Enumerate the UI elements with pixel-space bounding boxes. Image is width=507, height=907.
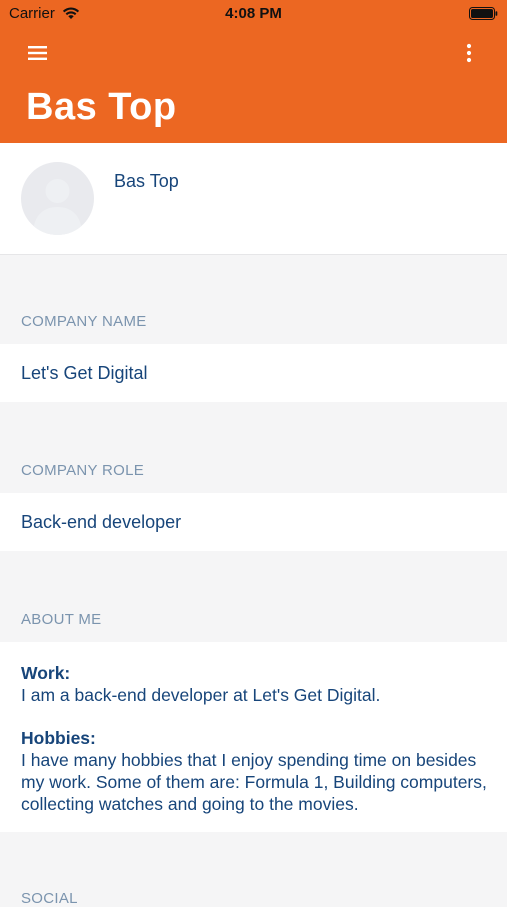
battery-icon — [469, 7, 498, 20]
company-role-value: Back-end developer — [21, 512, 182, 532]
work-heading: Work: — [21, 663, 71, 683]
about-me-row: Work: I am a back-end developer at Let's… — [0, 642, 507, 832]
hobbies-text: I have many hobbies that I enjoy spendin… — [21, 750, 487, 814]
company-name-value: Let's Get Digital — [21, 363, 148, 383]
status-time: 4:08 PM — [225, 5, 282, 22]
avatar[interactable] — [21, 162, 94, 235]
company-role-row: Back-end developer — [0, 493, 507, 551]
page-title: Bas Top — [26, 86, 177, 128]
app-bar: Bas Top — [0, 28, 507, 143]
status-bar: Carrier 4:08 PM — [0, 0, 507, 28]
more-vertical-icon[interactable] — [463, 42, 475, 64]
hobbies-heading: Hobbies: — [21, 728, 96, 748]
work-text: I am a back-end developer at Let's Get D… — [21, 685, 381, 705]
social-label: SOCIAL — [21, 890, 78, 907]
about-me-label: ABOUT ME — [21, 611, 102, 628]
profile-card: Bas Top — [0, 143, 507, 255]
company-name-label: COMPANY NAME — [21, 313, 147, 330]
about-me-text: Work: I am a back-end developer at Let's… — [21, 662, 491, 815]
menu-icon[interactable] — [27, 44, 49, 62]
company-role-label: COMPANY ROLE — [21, 462, 145, 479]
avatar-placeholder-icon — [33, 179, 82, 235]
profile-name: Bas Top — [114, 171, 179, 191]
company-name-row: Let's Get Digital — [0, 344, 507, 402]
